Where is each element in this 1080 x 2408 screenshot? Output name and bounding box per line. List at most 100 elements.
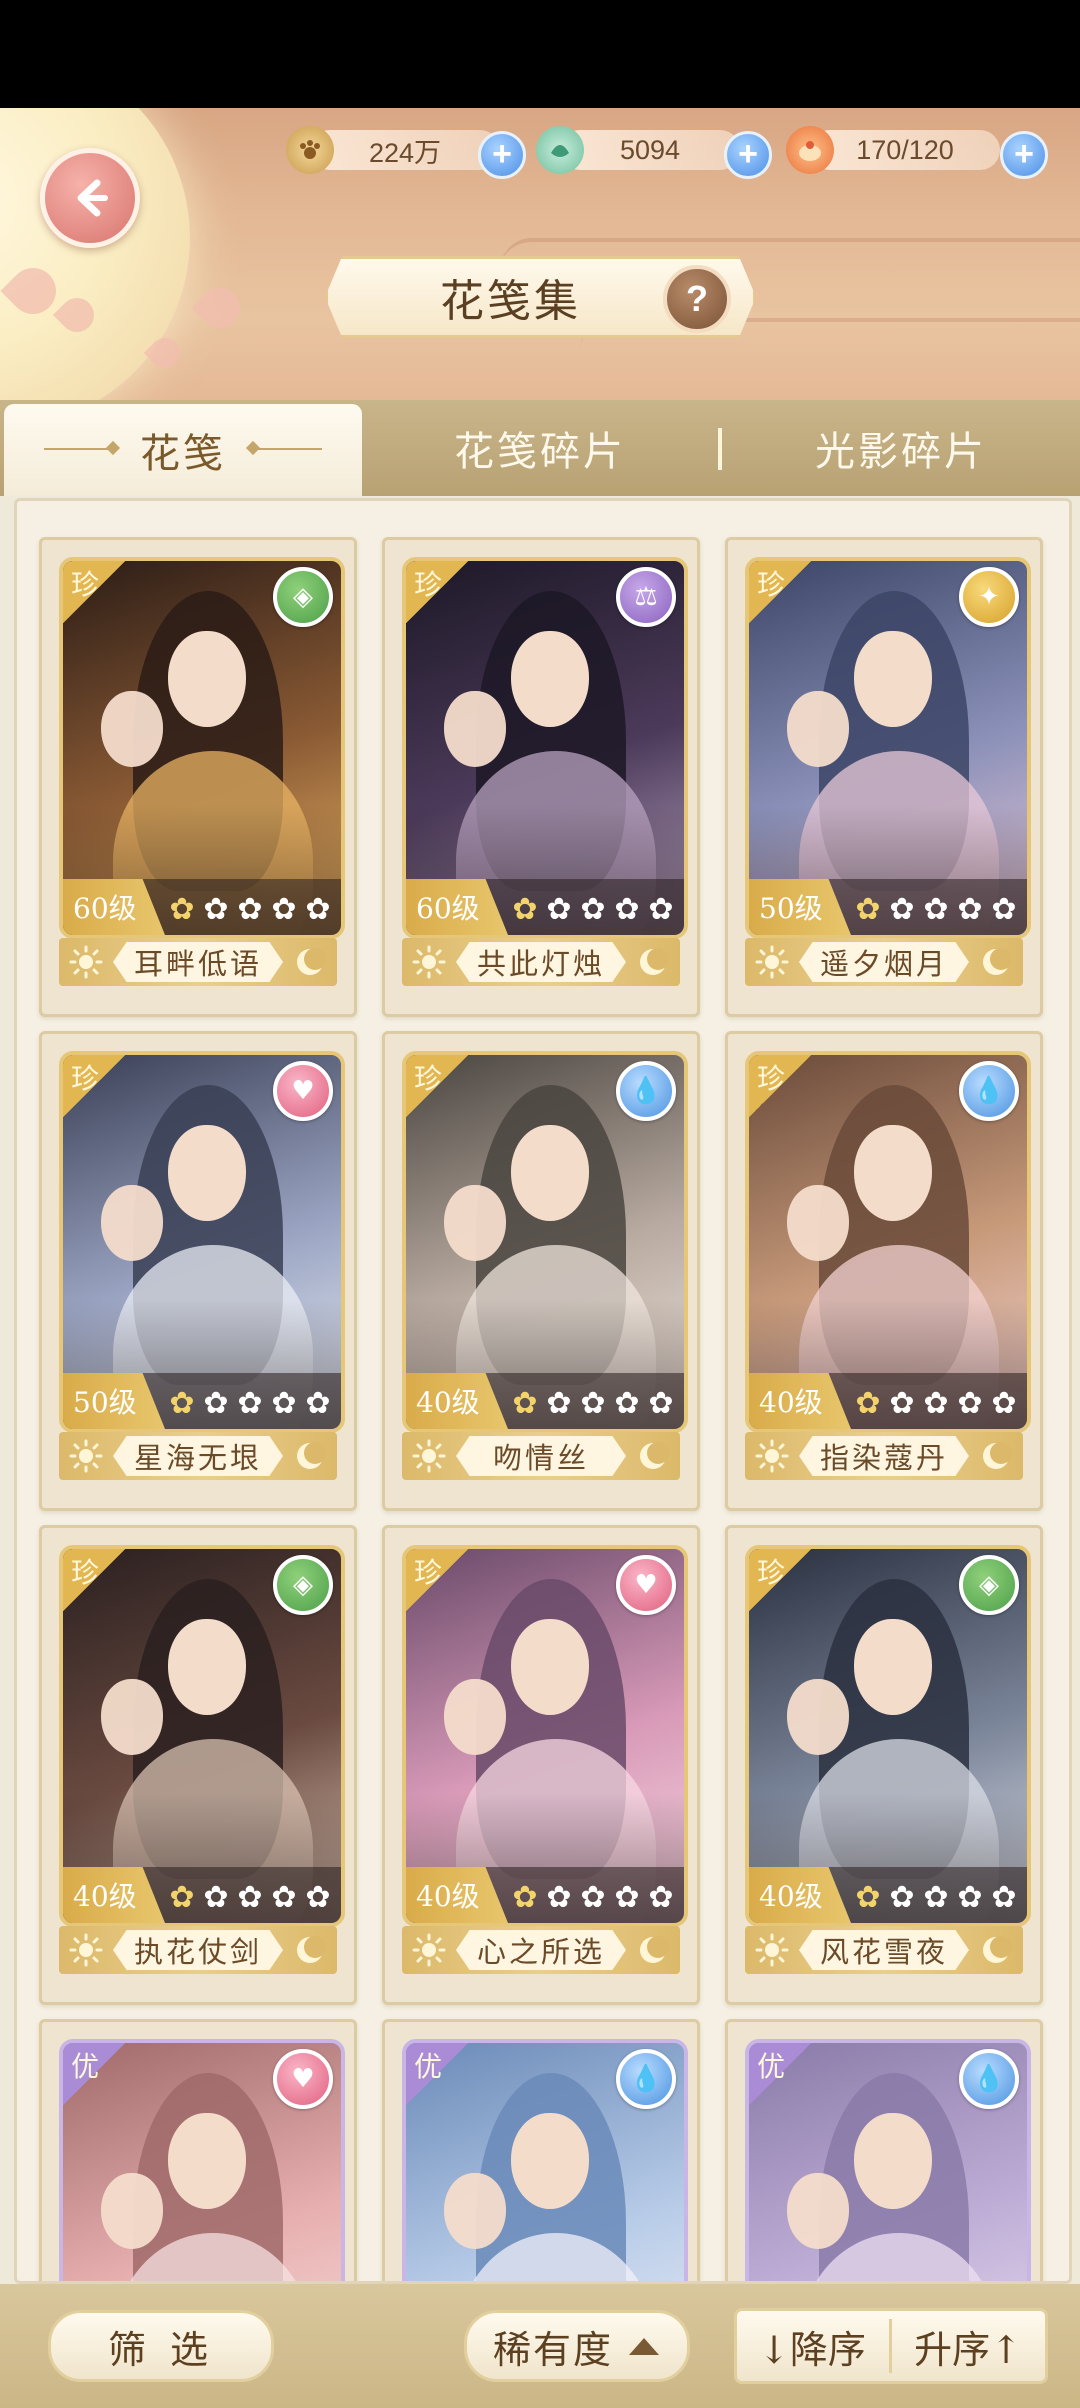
card[interactable]: 珍 ♥ 40级 ✿ ✿ ✿ ✿ ✿ 心之所选 <box>382 1525 700 2005</box>
star-icon: ✿ <box>512 1386 538 1421</box>
tab-ornament <box>44 448 114 450</box>
card-artwork: 优 💧 <box>402 2039 688 2281</box>
question-icon: ? <box>686 278 708 319</box>
star-rating: ✿ ✿ ✿ ✿ ✿ <box>510 1883 676 1913</box>
water-drop-icon: 💧 <box>616 2049 676 2109</box>
character-face <box>854 2113 932 2209</box>
sort-order-group: ↓降序 升序↑ <box>734 2308 1048 2384</box>
rarity-sort-button[interactable]: 稀有度 <box>464 2310 690 2382</box>
help-button[interactable]: ? <box>663 265 731 333</box>
card-name: 耳畔低语 <box>113 942 283 982</box>
tab-cards[interactable]: 花笺 <box>4 404 362 496</box>
star-icon: ✿ <box>305 1386 331 1421</box>
wing-icon: ✦ <box>959 567 1019 627</box>
card[interactable]: 优 💧 <box>382 2019 700 2281</box>
card-level: 50级 <box>63 1373 165 1429</box>
star-icon: ✿ <box>203 892 229 927</box>
sun-icon <box>67 1931 105 1969</box>
add-stamina-button[interactable]: + <box>1000 131 1048 179</box>
rarity-badge: 珍 <box>63 1055 125 1117</box>
tab-light-fragments[interactable]: 光影碎片 <box>722 400 1080 496</box>
character-face <box>511 2113 589 2209</box>
card-name-bar: 指染蔻丹 <box>745 1432 1023 1480</box>
rarity-badge: 优 <box>406 2043 468 2105</box>
card-level: 40级 <box>749 1867 851 1923</box>
tab-ornament <box>252 448 322 450</box>
star-rating: ✿ ✿ ✿ ✿ ✿ <box>510 1389 676 1419</box>
character-face <box>854 1619 932 1715</box>
add-jade-button[interactable]: + <box>724 131 772 179</box>
water-drop-icon-glyph: 💧 <box>972 1076 1006 1106</box>
card[interactable]: 优 ♥ <box>39 2019 357 2281</box>
moon-icon <box>291 943 329 981</box>
card[interactable]: 珍 ◈ 60级 ✿ ✿ ✿ ✿ ✿ 耳畔低语 <box>39 537 357 1017</box>
level-bar: 50级 ✿ ✿ ✿ ✿ ✿ <box>63 1373 341 1429</box>
diamond-icon: ◈ <box>273 1555 333 1615</box>
card-grid: 珍 ◈ 60级 ✿ ✿ ✿ ✿ ✿ 耳畔低语珍 ⚖ 60级 ✿ ✿ ✿ ✿ ✿ 共此灯烛珍 ✦ 50级 ✿ ✿ ✿ ✿ ✿ 遥夕… <box>14 498 1072 2284</box>
card-name: 共此灯烛 <box>456 942 626 982</box>
rarity-badge: 珍 <box>63 561 125 623</box>
character-face <box>168 1125 246 1221</box>
character-face <box>101 1185 163 1261</box>
character-face <box>511 1619 589 1715</box>
back-button[interactable] <box>40 148 140 248</box>
character-face <box>101 1679 163 1755</box>
coin-counter: 224万 <box>310 130 500 170</box>
card-name: 遥夕烟月 <box>799 942 969 982</box>
level-bar: 40级 ✿ ✿ ✿ ✿ ✿ <box>63 1867 341 1923</box>
card-level: 40级 <box>749 1373 851 1429</box>
page-title: 花笺集 <box>440 276 581 327</box>
card[interactable]: 珍 ◈ 40级 ✿ ✿ ✿ ✿ ✿ 执花仗剑 <box>39 1525 357 2005</box>
card-artwork: 珍 ♥ 50级 ✿ ✿ ✿ ✿ ✿ <box>59 1051 345 1433</box>
card-level: 50级 <box>749 879 851 935</box>
sun-icon <box>410 1437 448 1475</box>
level-bar: 40级 ✿ ✿ ✿ ✿ ✿ <box>749 1867 1027 1923</box>
card[interactable]: 珍 💧 40级 ✿ ✿ ✿ ✿ ✿ 吻情丝 <box>382 1031 700 1511</box>
star-icon: ✿ <box>614 1880 640 1915</box>
heart-icon-glyph: ♥ <box>634 1570 658 1600</box>
card[interactable]: 珍 💧 40级 ✿ ✿ ✿ ✿ ✿ 指染蔻丹 <box>725 1031 1043 1511</box>
star-icon: ✿ <box>237 892 263 927</box>
star-rating: ✿ ✿ ✿ ✿ ✿ <box>853 1883 1019 1913</box>
star-icon: ✿ <box>512 1880 538 1915</box>
water-drop-icon-glyph: 💧 <box>972 2064 1006 2094</box>
card-name-bar: 执花仗剑 <box>59 1926 337 1974</box>
card-name: 执花仗剑 <box>113 1930 283 1970</box>
tab-bar: 花笺 花笺碎片 光影碎片 <box>0 400 1080 496</box>
character-face <box>511 1125 589 1221</box>
star-icon: ✿ <box>512 892 538 927</box>
card-artwork: 珍 💧 40级 ✿ ✿ ✿ ✿ ✿ <box>402 1051 688 1433</box>
card[interactable]: 珍 ♥ 50级 ✿ ✿ ✿ ✿ ✿ 星海无垠 <box>39 1031 357 1511</box>
card-name-bar: 心之所选 <box>402 1926 680 1974</box>
card-artwork: 珍 ◈ 40级 ✿ ✿ ✿ ✿ ✿ <box>745 1545 1031 1927</box>
character-face <box>444 1185 506 1261</box>
star-icon: ✿ <box>580 892 606 927</box>
descending-button[interactable]: ↓降序 <box>737 2311 887 2381</box>
card[interactable]: 珍 ◈ 40级 ✿ ✿ ✿ ✿ ✿ 风花雪夜 <box>725 1525 1043 2005</box>
sun-icon <box>410 1931 448 1969</box>
star-icon: ✿ <box>991 892 1017 927</box>
card[interactable]: 珍 ⚖ 60级 ✿ ✿ ✿ ✿ ✿ 共此灯烛 <box>382 537 700 1017</box>
level-bar: 40级 ✿ ✿ ✿ ✿ ✿ <box>749 1373 1027 1429</box>
card[interactable]: 优 💧 <box>725 2019 1043 2281</box>
heart-icon: ♥ <box>273 2049 333 2109</box>
character-face <box>787 691 849 767</box>
filter-button[interactable]: 筛 选 <box>48 2310 274 2382</box>
rarity-badge: 优 <box>749 2043 811 2105</box>
card[interactable]: 珍 ✦ 50级 ✿ ✿ ✿ ✿ ✿ 遥夕烟月 <box>725 537 1043 1017</box>
star-icon: ✿ <box>889 1386 915 1421</box>
tab-label: 光影碎片 <box>815 429 987 475</box>
stamina-bun-icon <box>786 126 834 174</box>
character-face <box>854 631 932 727</box>
sun-icon <box>753 943 791 981</box>
add-coin-button[interactable]: + <box>478 131 526 179</box>
star-icon: ✿ <box>169 1386 195 1421</box>
star-rating: ✿ ✿ ✿ ✿ ✿ <box>167 1883 333 1913</box>
card-level: 60级 <box>63 879 165 935</box>
tab-card-fragments[interactable]: 花笺碎片 <box>362 400 718 496</box>
moon-icon <box>291 1437 329 1475</box>
character-face <box>168 1619 246 1715</box>
card-level: 40级 <box>406 1867 508 1923</box>
ascending-button[interactable]: 升序↑ <box>893 2311 1043 2381</box>
level-bar: 50级 ✿ ✿ ✿ ✿ ✿ <box>749 879 1027 935</box>
